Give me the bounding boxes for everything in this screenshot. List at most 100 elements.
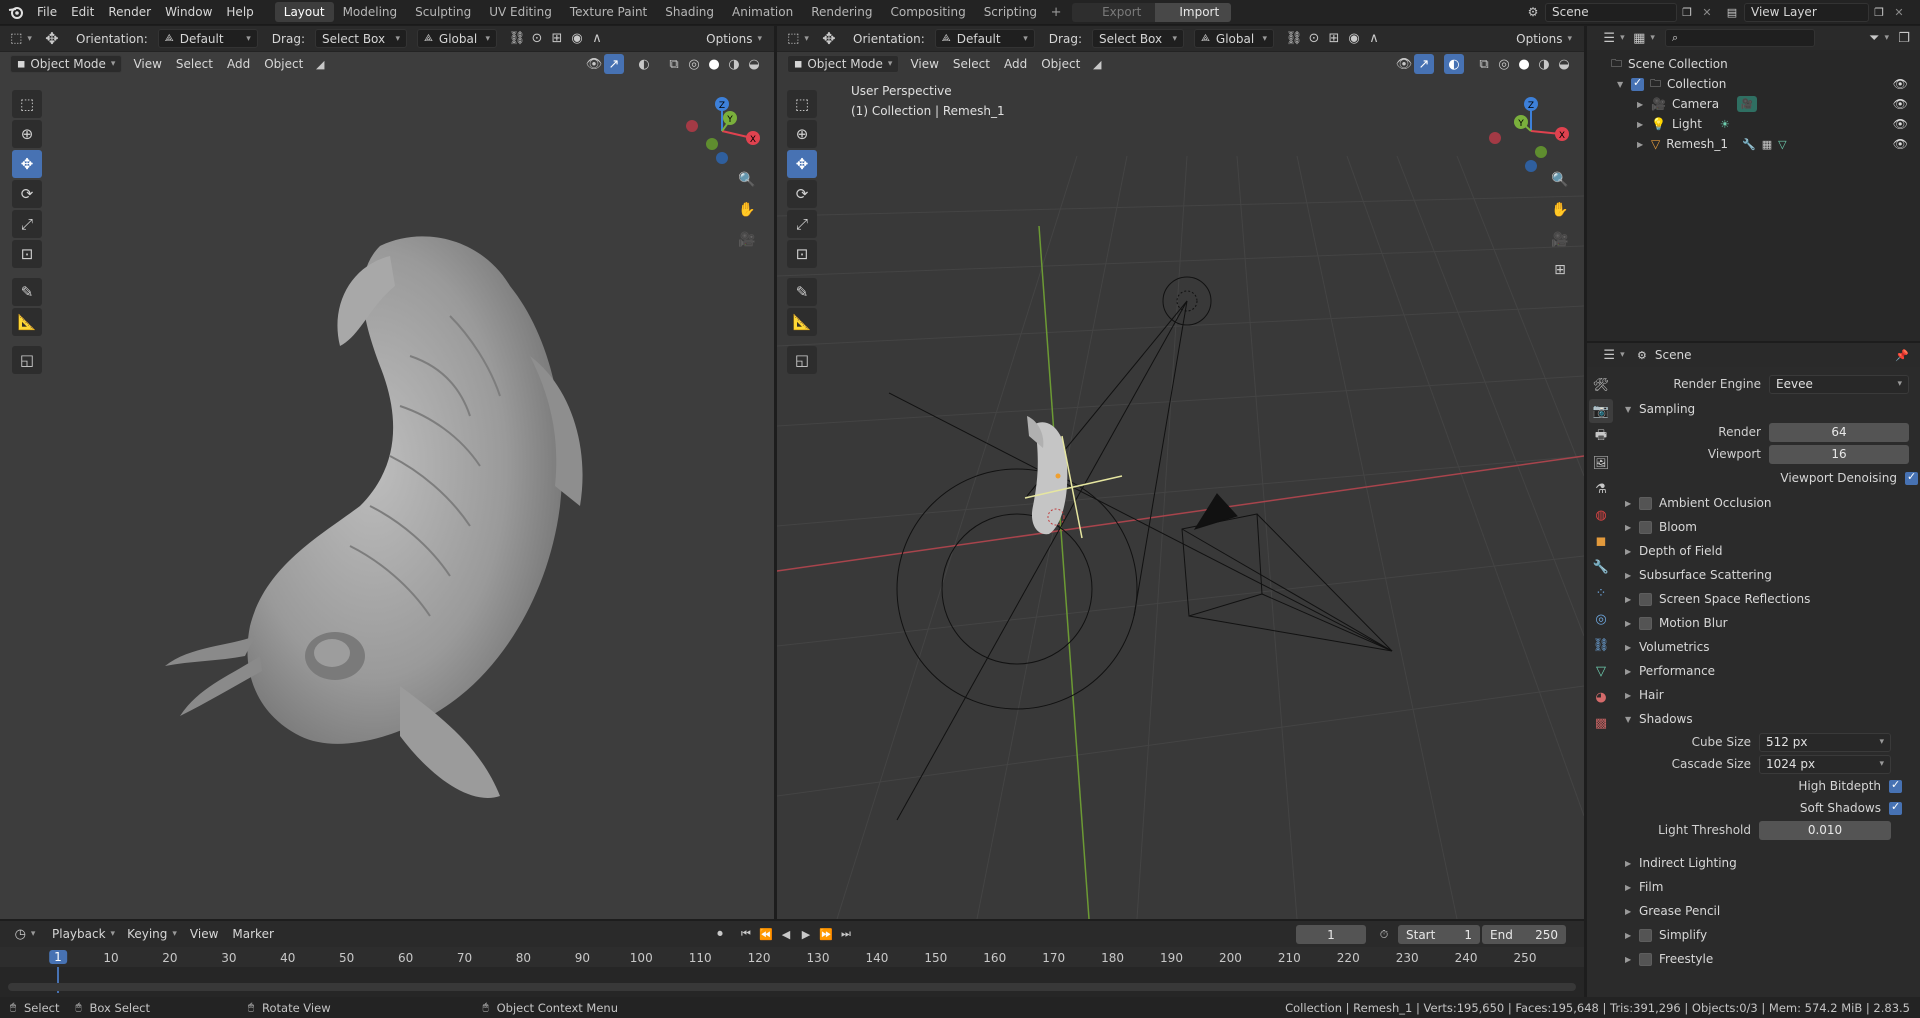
- view-layer-field[interactable]: View Layer: [1744, 2, 1869, 22]
- panel-indirect-lighting[interactable]: ▶ Indirect Lighting: [1621, 851, 1918, 875]
- view-menu[interactable]: View: [126, 57, 168, 71]
- texture-tab-icon[interactable]: ▩: [1589, 711, 1613, 735]
- marker-menu[interactable]: Marker: [225, 927, 280, 941]
- light-eye-icon[interactable]: 👁: [1893, 117, 1908, 131]
- panel-bloom[interactable]: ▶ Bloom: [1621, 515, 1918, 539]
- new-collection-icon[interactable]: ❐: [1894, 28, 1914, 48]
- mesh-data-icon[interactable]: ▽: [1778, 138, 1786, 151]
- tool-tab-icon[interactable]: 🛠: [1589, 373, 1613, 397]
- orientation-dropdown[interactable]: ⟁ Default ▾: [157, 29, 258, 48]
- panel-freestyle[interactable]: ▶ Freestyle: [1621, 947, 1918, 971]
- delete-scene-icon[interactable]: ✕: [1697, 2, 1717, 22]
- solid-shading-icon[interactable]: ●: [704, 54, 724, 74]
- timeline-view-menu[interactable]: View: [183, 927, 225, 941]
- select-menu[interactable]: Select: [169, 57, 220, 71]
- right-viewport[interactable]: ⬚ ▾ ✥ Orientation: ⟁ Default ▾ Drag: Select…: [777, 26, 1584, 919]
- falloff-icon[interactable]: ∧: [587, 29, 607, 49]
- wireframe-shading-icon-right[interactable]: ◎: [1494, 54, 1514, 74]
- start-frame-field[interactable]: Start 1: [1398, 925, 1480, 944]
- data-tab-icon[interactable]: ▽: [1589, 659, 1613, 683]
- next-keyframe-icon[interactable]: ⏩: [816, 924, 836, 944]
- zoom-icon-right[interactable]: 🔍: [1550, 170, 1570, 190]
- orientation-dropdown-right[interactable]: ⟁ Default ▾: [934, 29, 1035, 48]
- panel-grease-pencil[interactable]: ▶ Grease Pencil: [1621, 899, 1918, 923]
- object-mode-dropdown-right[interactable]: ◼ Object Mode ▾: [787, 55, 900, 73]
- scene-name-field[interactable]: Scene: [1545, 2, 1677, 22]
- blender-logo-icon[interactable]: [6, 2, 26, 22]
- drag-dropdown-right[interactable]: Select Box ▾: [1091, 29, 1184, 48]
- panel-motion-blur[interactable]: ▶ Motion Blur: [1621, 611, 1918, 635]
- visibility-icon-right[interactable]: 👁: [1394, 54, 1414, 74]
- editor-type-icon[interactable]: ⬚ ▾: [6, 29, 36, 49]
- solid-shading-icon-right[interactable]: ●: [1514, 54, 1534, 74]
- tab-layout[interactable]: Layout: [274, 2, 334, 22]
- rendered-shading-icon-right[interactable]: ◒: [1554, 54, 1574, 74]
- zoom-icon[interactable]: 🔍: [737, 170, 757, 190]
- expand-icon-remesh[interactable]: ▶: [1637, 140, 1651, 149]
- timeline-scrollbar[interactable]: [8, 983, 1576, 991]
- light-threshold-field[interactable]: 0.010: [1759, 820, 1891, 840]
- measure-tool-icon[interactable]: 📐: [12, 308, 42, 336]
- tab-uv-editing[interactable]: UV Editing: [480, 2, 561, 22]
- outliner-row-collection[interactable]: ▼ 🗀 Collection 👁: [1587, 74, 1920, 94]
- jump-start-icon[interactable]: ⏮: [736, 924, 756, 944]
- gizmo-icon-right[interactable]: ↗: [1414, 54, 1434, 74]
- add-menu[interactable]: Add: [220, 57, 257, 71]
- pivot-icon-right[interactable]: ⛓: [1284, 29, 1304, 49]
- cube-size-dropdown[interactable]: 512 px ▾: [1759, 732, 1891, 752]
- expand-icon-camera[interactable]: ▶: [1637, 100, 1651, 109]
- gizmo-icon[interactable]: ↗: [604, 54, 624, 74]
- snap-target-icon-right[interactable]: ⊞: [1324, 29, 1344, 49]
- tab-rendering[interactable]: Rendering: [802, 2, 881, 22]
- playback-menu[interactable]: Playback ▾: [46, 924, 121, 944]
- tab-sculpting[interactable]: Sculpting: [406, 2, 480, 22]
- scale-tool-icon[interactable]: ⤢: [12, 210, 42, 238]
- current-frame-field[interactable]: 1: [1296, 925, 1366, 944]
- panel-screen-space-reflections[interactable]: ▶ Screen Space Reflections: [1621, 587, 1918, 611]
- play-reverse-icon[interactable]: ◀: [776, 924, 796, 944]
- xray-icon[interactable]: ⧉: [664, 54, 684, 74]
- display-mode-icon[interactable]: ▦ ▾: [1629, 28, 1659, 48]
- render-tab-icon[interactable]: 📷: [1589, 399, 1613, 423]
- grease-icon-right[interactable]: ◢: [1087, 54, 1107, 74]
- panel-shadows[interactable]: ▼ Shadows: [1621, 707, 1918, 731]
- panel-ambient-occlusion[interactable]: ▶ Ambient Occlusion: [1621, 491, 1918, 515]
- material-icon[interactable]: ▦: [1762, 138, 1772, 151]
- sampling-viewport-field[interactable]: 16: [1769, 444, 1909, 464]
- viewport-denoising-checkbox[interactable]: [1905, 470, 1918, 485]
- ortho-grid-icon[interactable]: ⊞: [1550, 260, 1570, 280]
- remesh-eye-icon[interactable]: 👁: [1893, 137, 1908, 151]
- proportional-edit-icon-right[interactable]: ◉: [1344, 29, 1364, 49]
- transform-orientation-dropdown-right[interactable]: ⟁ Global ▾: [1193, 29, 1274, 48]
- material-tab-icon[interactable]: ◕: [1589, 685, 1613, 709]
- delete-view-layer-icon[interactable]: ✕: [1889, 2, 1909, 22]
- expand-icon-light[interactable]: ▶: [1637, 120, 1651, 129]
- prev-keyframe-icon[interactable]: ⏪: [756, 924, 776, 944]
- transform-tool-icon-right[interactable]: ✥: [819, 29, 839, 49]
- falloff-icon-right[interactable]: ∧: [1364, 29, 1384, 49]
- transform-tool-icon-2[interactable]: ⊡: [12, 240, 42, 268]
- collapse-icon[interactable]: ▼: [1617, 80, 1631, 89]
- select-tool-icon[interactable]: ⬚: [12, 90, 42, 118]
- cascade-size-dropdown[interactable]: 1024 px ▾: [1759, 754, 1891, 774]
- constraints-tab-icon[interactable]: ⛓: [1589, 633, 1613, 657]
- output-tab-icon[interactable]: 🖶: [1589, 425, 1613, 449]
- rotate-tool-icon[interactable]: ⟳: [12, 180, 42, 208]
- keying-menu[interactable]: Keying ▾: [121, 924, 183, 944]
- object-mode-dropdown[interactable]: ◼ Object Mode ▾: [10, 55, 123, 73]
- snap-icon-right[interactable]: ⊙: [1304, 29, 1324, 49]
- select-tool-icon-right[interactable]: ⬚: [787, 90, 817, 118]
- rendered-shading-icon[interactable]: ◒: [744, 54, 764, 74]
- drag-dropdown[interactable]: Select Box ▾: [314, 29, 407, 48]
- transform-orientation-dropdown[interactable]: ⟁ Global ▾: [416, 29, 497, 48]
- collection-eye-icon[interactable]: 👁: [1893, 77, 1908, 91]
- visibility-icon[interactable]: 👁: [584, 54, 604, 74]
- pan-hand-icon[interactable]: ✋: [737, 200, 757, 220]
- panel-hair[interactable]: ▶ Hair: [1621, 683, 1918, 707]
- annotate-tool-icon[interactable]: ✎: [12, 278, 42, 306]
- soft-shadows-checkbox[interactable]: [1889, 800, 1902, 815]
- overlay-icon-right[interactable]: ◐: [1444, 54, 1464, 74]
- physics-tab-icon[interactable]: ◎: [1589, 607, 1613, 631]
- panel-sampling[interactable]: ▼ Sampling: [1621, 397, 1918, 421]
- new-scene-icon[interactable]: ❐: [1677, 2, 1697, 22]
